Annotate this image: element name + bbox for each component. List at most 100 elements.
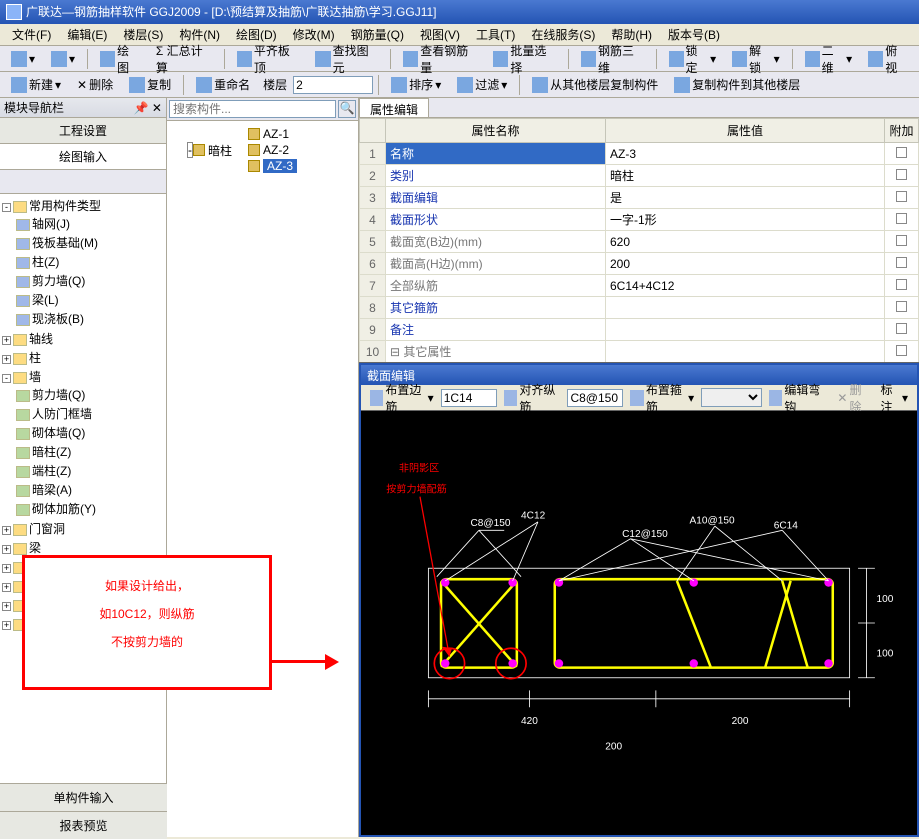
bottom-tab-report[interactable]: 报表预览 xyxy=(0,811,167,839)
hook-icon xyxy=(769,390,783,406)
tree-item[interactable]: 筏板基础(M) xyxy=(16,233,164,252)
rename-button[interactable]: 重命名 xyxy=(189,73,257,96)
copyfrom-icon xyxy=(532,77,548,93)
tree-item[interactable]: 砌体加筋(Y) xyxy=(16,499,164,518)
property-row[interactable]: 6截面高(H边)(mm)200 xyxy=(360,253,919,275)
annotation-arrow xyxy=(270,660,332,663)
dim-200b: 200 xyxy=(605,741,622,752)
member-item[interactable]: AZ-1 xyxy=(248,126,297,142)
section-toolbar: 布置边筋▾ 对齐纵筋 布置箍筋▾ 编辑弯钩 ✕删除 标注▾ xyxy=(361,385,917,411)
property-row[interactable]: 9备注 xyxy=(360,319,919,341)
dim-200a: 200 xyxy=(732,716,749,727)
tree-item[interactable]: 砌体墙(Q) xyxy=(16,423,164,442)
property-row[interactable]: 5截面宽(B边)(mm)620 xyxy=(360,231,919,253)
dim-420: 420 xyxy=(521,716,538,727)
floor-label: 楼层 xyxy=(263,76,287,93)
annotation-box: 如果设计给出， 如10C12，则纵筋 不按剪力墙的 xyxy=(22,555,272,690)
edge-input[interactable] xyxy=(441,389,497,407)
copyto-icon xyxy=(674,77,690,93)
dim-100a: 100 xyxy=(877,594,894,605)
floor-input[interactable] xyxy=(293,76,373,94)
copy-button[interactable]: 复制 xyxy=(122,73,178,96)
tree-item[interactable]: 轴网(J) xyxy=(16,214,164,233)
property-row[interactable]: 4截面形状一字-1形 xyxy=(360,209,919,231)
search-input[interactable] xyxy=(169,100,336,118)
flatroof-icon xyxy=(237,51,252,67)
property-grid[interactable]: 属性名称 属性值 附加 1名称AZ-32类别暗柱3截面编辑是4截面形状一字-1形… xyxy=(359,118,919,363)
property-row[interactable]: 7全部纵筋6C14+4C12 xyxy=(360,275,919,297)
find-button[interactable]: 查找图元 xyxy=(308,39,385,79)
filter-icon xyxy=(457,77,473,93)
copy-icon xyxy=(129,77,145,93)
tree-item[interactable]: 现浇板(B) xyxy=(16,309,164,328)
nav-tab-draw[interactable]: 绘图输入 xyxy=(0,144,166,170)
property-row[interactable]: 8其它箍筋 xyxy=(360,297,919,319)
fv-icon xyxy=(868,51,883,67)
tree-item[interactable]: 人防门框墙 xyxy=(16,404,164,423)
undo-icon xyxy=(11,51,27,67)
window-title: 广联达—钢筋抽样软件 GGJ2009 - [D:\预结算及抽筋\广联达抽筋\学习… xyxy=(26,0,437,24)
stirrup-icon xyxy=(630,390,643,406)
section-editor-window: 截面编辑 布置边筋▾ 对齐纵筋 布置箍筋▾ 编辑弯钩 ✕删除 标注▾ xyxy=(359,363,919,837)
property-row[interactable]: 1名称AZ-3 xyxy=(360,143,919,165)
tree-item[interactable]: 梁(L) xyxy=(16,290,164,309)
find-icon xyxy=(315,51,330,67)
new-icon xyxy=(11,77,27,93)
label-c8: C8@150 xyxy=(471,518,511,529)
bottom-tab-single[interactable]: 单构件输入 xyxy=(0,783,167,811)
dim-100b: 100 xyxy=(877,649,894,660)
tree-item[interactable]: 暗梁(A) xyxy=(16,480,164,499)
red-annot-1: 非阴影区 xyxy=(399,462,439,474)
toolbar-main: ▾ ▾ 绘图 Σ 汇总计算 平齐板顶 查找图元 查看钢筋量 批量选择 钢筋三维 … xyxy=(0,46,919,72)
property-row[interactable]: 2类别暗柱 xyxy=(360,165,919,187)
folder-icon xyxy=(193,144,205,156)
viewrebar-icon xyxy=(403,51,418,67)
view2d-icon xyxy=(805,51,820,67)
unlock-icon xyxy=(732,51,747,67)
new-button[interactable]: 新建▾ xyxy=(4,73,68,96)
copyfrom-button[interactable]: 从其他楼层复制构件 xyxy=(525,73,665,96)
label-c12: C12@150 xyxy=(622,529,668,540)
label-4c12: 4C12 xyxy=(521,511,546,522)
search-go-icon[interactable]: 🔍 xyxy=(338,100,356,118)
toolbar-member: 新建▾ ✕ 删除 复制 重命名 楼层 排序▾ 过滤▾ 从其他楼层复制构件 复制构… xyxy=(0,72,919,98)
tree-item[interactable]: 柱(Z) xyxy=(16,252,164,271)
window-titlebar: 广联达—钢筋抽样软件 GGJ2009 - [D:\预结算及抽筋\广联达抽筋\学习… xyxy=(0,0,919,24)
property-row[interactable]: 10⊟ 其它属性 xyxy=(360,341,919,363)
redo-icon xyxy=(51,51,67,67)
filter-button[interactable]: 过滤▾ xyxy=(450,73,514,96)
nav-header: 模块导航栏 📌 ✕ xyxy=(0,98,166,118)
lock-icon xyxy=(669,51,684,67)
menu-file[interactable]: 文件(F) xyxy=(4,24,59,45)
property-tab[interactable]: 属性编辑 xyxy=(359,98,429,117)
tree-item[interactable]: 端柱(Z) xyxy=(16,461,164,480)
pencil-icon xyxy=(100,51,115,67)
sort-button[interactable]: 排序▾ xyxy=(384,73,448,96)
member-item[interactable]: AZ-3 xyxy=(248,158,297,174)
align-icon xyxy=(504,390,518,406)
app-icon xyxy=(6,4,22,20)
align-input[interactable] xyxy=(567,389,623,407)
rebar3d-icon xyxy=(581,51,596,67)
property-row[interactable]: 3截面编辑是 xyxy=(360,187,919,209)
label-a10: A10@150 xyxy=(690,516,735,527)
tree-item[interactable]: 暗柱(Z) xyxy=(16,442,164,461)
member-item[interactable]: AZ-2 xyxy=(248,142,297,158)
fv-button[interactable]: 俯视 xyxy=(861,39,915,79)
label-6c14: 6C14 xyxy=(774,521,799,532)
rename-icon xyxy=(196,77,212,93)
member-tree[interactable]: - 暗柱 AZ-1AZ-2AZ-3 xyxy=(167,121,358,837)
delete-button[interactable]: ✕ 删除 xyxy=(70,73,120,96)
copyto-button[interactable]: 复制构件到其他楼层 xyxy=(667,73,807,96)
stirrup-select[interactable] xyxy=(701,388,761,407)
undo-button[interactable]: ▾ xyxy=(4,48,42,70)
nav-tree[interactable]: -常用构件类型 轴网(J)筏板基础(M)柱(Z)剪力墙(Q)梁(L)现浇板(B)… xyxy=(0,194,166,837)
batchsel-icon xyxy=(493,51,508,67)
section-canvas[interactable]: C8@150 4C12 C12@150 A10@150 6C14 420 200… xyxy=(361,411,917,835)
pin-icon[interactable]: 📌 ✕ xyxy=(134,101,162,115)
tree-item[interactable]: 剪力墙(Q) xyxy=(16,271,164,290)
redo-button[interactable]: ▾ xyxy=(44,48,82,70)
nav-tab-project[interactable]: 工程设置 xyxy=(0,118,166,144)
red-annot-2: 按剪力墙配筋 xyxy=(386,482,447,495)
tree-item[interactable]: 剪力墙(Q) xyxy=(16,385,164,404)
